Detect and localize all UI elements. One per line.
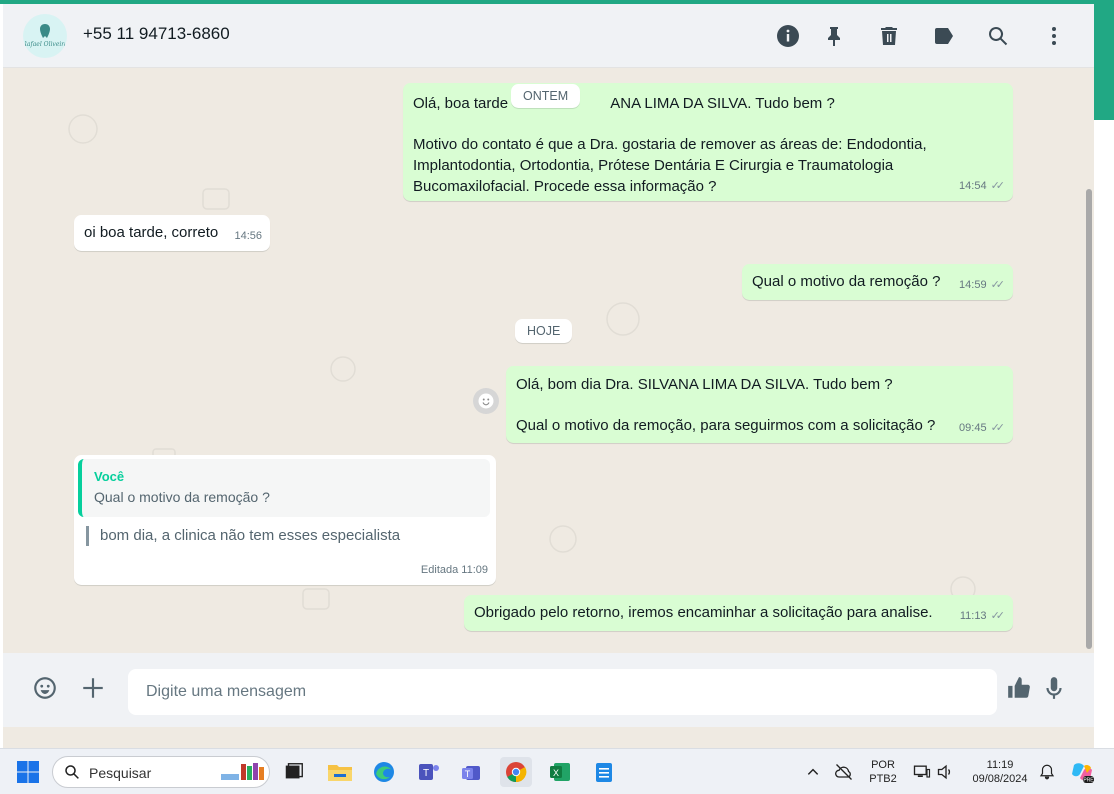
taskbar-search[interactable]: Pesquisar [52,756,270,788]
edited-indicator [86,526,89,546]
more-vertical-icon[interactable] [1039,21,1069,51]
message-meta: 09:45 ✓✓ [959,418,1005,439]
clock-time: 11:19 [986,759,1014,771]
chevron-up-icon[interactable] [797,757,829,787]
copilot-icon[interactable]: PRE [1066,757,1098,787]
message-time: 11:13 [959,610,987,622]
info-icon[interactable] [773,21,803,51]
language-indicator[interactable]: POR PTB2 [865,758,901,786]
double-check-icon: ✓✓ [990,610,1006,622]
notification-bell-icon[interactable] [1031,757,1063,787]
message-time: Editada 11:09 [420,564,488,576]
language-label: POR [871,759,895,771]
avatar-logo-icon: Rafael Oliveira [25,24,65,48]
chrome-browser-icon[interactable] [500,757,532,787]
compose-bar [3,653,1094,727]
windows-taskbar: Pesquisar T T X POR PTB2 11:19 09/08/202… [0,748,1114,794]
message-time: 09:45 [959,422,987,434]
message-text: oi boa tarde, correto [84,224,219,241]
message-line: Olá, boa tarde [413,95,509,112]
quoted-message[interactable]: Você Qual o motivo da remoção ? [78,459,490,517]
start-windows-icon[interactable] [12,757,44,787]
volume-icon[interactable] [930,757,962,787]
emoji-icon[interactable] [30,673,60,703]
message-time: 14:54 [959,180,987,192]
system-clock[interactable]: 11:19 09/08/2024 [962,758,1038,786]
message-bubble-incoming[interactable]: oi boa tarde, correto 14:56 [74,215,270,251]
svg-text:T: T [423,768,429,779]
svg-text:Rafael Oliveira: Rafael Oliveira [25,41,65,48]
quote-author: Você [94,469,125,484]
chat-area[interactable]: Olá, boa tarde ANA LIMA DA SILVA. Tudo b… [3,69,1094,653]
message-time: 14:59 [959,279,987,291]
quote-text: Qual o motivo da remoção ? [94,489,270,505]
message-text: Obrigado pelo retorno, iremos encaminhar… [474,604,933,621]
react-emoji-icon[interactable] [473,388,499,414]
task-view-icon[interactable] [278,757,310,787]
teams-icon[interactable]: T [456,757,488,787]
message-text: Qual o motivo da remoção ? [752,273,941,290]
excel-icon[interactable]: X [544,757,576,787]
trash-icon[interactable] [874,21,904,51]
message-bubble-outgoing[interactable]: Qual o motivo da remoção ? 14:59 ✓✓ [742,264,1013,300]
contact-avatar[interactable]: Rafael Oliveira [23,14,67,58]
message-meta: 14:59 ✓✓ [959,275,1005,296]
pin-icon[interactable] [819,21,849,51]
window-right-border [1094,0,1114,120]
cloud-offline-icon[interactable] [828,757,860,787]
svg-text:X: X [553,768,559,778]
message-input[interactable] [128,669,997,715]
message-text: bom dia, a clinica não tem esses especia… [100,527,401,544]
scrollbar-thumb[interactable] [1086,189,1092,649]
message-bubble-outgoing[interactable]: Obrigado pelo retorno, iremos encaminhar… [464,595,1013,631]
message-bubble-incoming-reply[interactable]: Você Qual o motivo da remoção ? bom dia,… [74,455,496,585]
search-icon[interactable] [983,21,1013,51]
double-check-icon: ✓✓ [990,279,1006,291]
keyboard-label: PTB2 [869,773,897,785]
search-highlight-books-icon [221,763,264,780]
teams-work-icon[interactable]: T [413,757,445,787]
message-meta: 11:13 ✓✓ [960,606,1005,627]
message-time: 14:56 [234,230,262,242]
message-bubble-outgoing[interactable]: Olá, boa tarde ANA LIMA DA SILVA. Tudo b… [403,83,1013,201]
search-label: Pesquisar [89,765,152,781]
message-line: Implantodontia, Ortodontia, Prótese Dent… [413,157,894,174]
thumbs-up-icon[interactable] [1004,673,1034,703]
message-text: Olá, boa tarde ANA LIMA DA SILVA. Tudo b… [413,93,835,114]
date-divider-yesterday: ONTEM [511,84,581,108]
double-check-icon: ✓✓ [990,180,1006,192]
double-check-icon: ✓✓ [990,422,1006,434]
message-line: Olá, bom dia Dra. SILVANA LIMA DA SILVA.… [516,376,893,393]
svg-text:T: T [465,769,471,779]
edge-browser-icon[interactable] [368,757,400,787]
message-meta: 14:54 ✓✓ [959,176,1005,197]
date-divider-today: HOJE [515,319,573,343]
file-explorer-icon[interactable] [324,757,356,787]
whatsapp-window: Rafael Oliveira +55 11 94713-6860 [3,4,1094,748]
chat-header: Rafael Oliveira +55 11 94713-6860 [3,4,1094,68]
message-line: Bucomaxilofacial. Procede essa informaçã… [413,178,717,195]
message-line: Motivo do contato é que a Dra. gostaria … [413,136,927,153]
search-icon [65,765,79,779]
window-edge [1094,120,1114,748]
attach-plus-icon[interactable] [78,673,108,703]
message-line: ANA LIMA DA SILVA. Tudo bem ? [610,95,835,112]
contact-name[interactable]: +55 11 94713-6860 [83,24,230,44]
message-line: Qual o motivo da remoção, para seguirmos… [516,417,936,434]
message-meta: 14:56 [234,226,262,247]
message-meta: Editada 11:09 [421,560,488,581]
notepad-icon[interactable] [588,757,620,787]
clock-date: 09/08/2024 [972,773,1028,785]
svg-text:PRE: PRE [1083,778,1094,784]
label-icon[interactable] [929,21,959,51]
microphone-icon[interactable] [1039,673,1069,703]
message-bubble-outgoing[interactable]: Olá, bom dia Dra. SILVANA LIMA DA SILVA.… [506,366,1013,443]
